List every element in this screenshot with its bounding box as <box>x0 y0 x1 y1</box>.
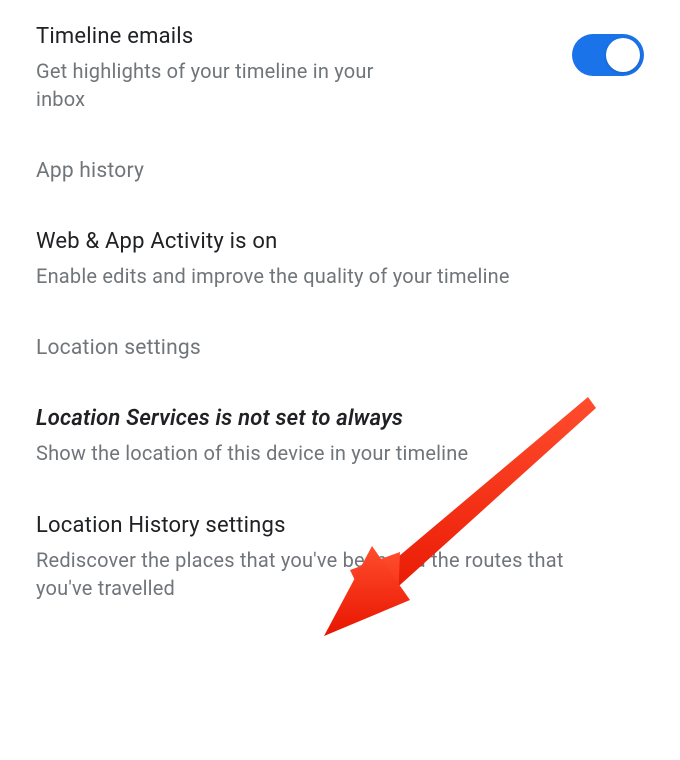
timeline-emails-text: Timeline emails Get highlights of your t… <box>36 24 556 113</box>
web-app-activity-title: Web & App Activity is on <box>36 229 644 254</box>
location-history-title: Location History settings <box>36 513 644 538</box>
timeline-emails-toggle[interactable] <box>572 34 644 76</box>
location-history-row[interactable]: Location History settings Rediscover the… <box>36 513 644 602</box>
web-app-activity-text: Web & App Activity is on Enable edits an… <box>36 229 644 290</box>
location-services-text: Location Services is not set to always S… <box>36 406 644 467</box>
app-history-header: App history <box>36 159 644 183</box>
toggle-knob-icon <box>606 38 640 72</box>
web-app-activity-subtitle: Enable edits and improve the quality of … <box>36 262 596 290</box>
location-services-row[interactable]: Location Services is not set to always S… <box>36 406 644 467</box>
annotation-arrow-icon <box>0 0 680 760</box>
location-services-title: Location Services is not set to always <box>36 406 644 431</box>
timeline-emails-subtitle: Get highlights of your timeline in your … <box>36 57 376 113</box>
location-services-subtitle: Show the location of this device in your… <box>36 439 596 467</box>
timeline-emails-row[interactable]: Timeline emails Get highlights of your t… <box>36 24 644 113</box>
timeline-emails-title: Timeline emails <box>36 24 556 49</box>
web-app-activity-row[interactable]: Web & App Activity is on Enable edits an… <box>36 229 644 290</box>
location-history-text: Location History settings Rediscover the… <box>36 513 644 602</box>
location-settings-header: Location settings <box>36 336 644 360</box>
location-history-subtitle: Rediscover the places that you've been a… <box>36 546 596 602</box>
